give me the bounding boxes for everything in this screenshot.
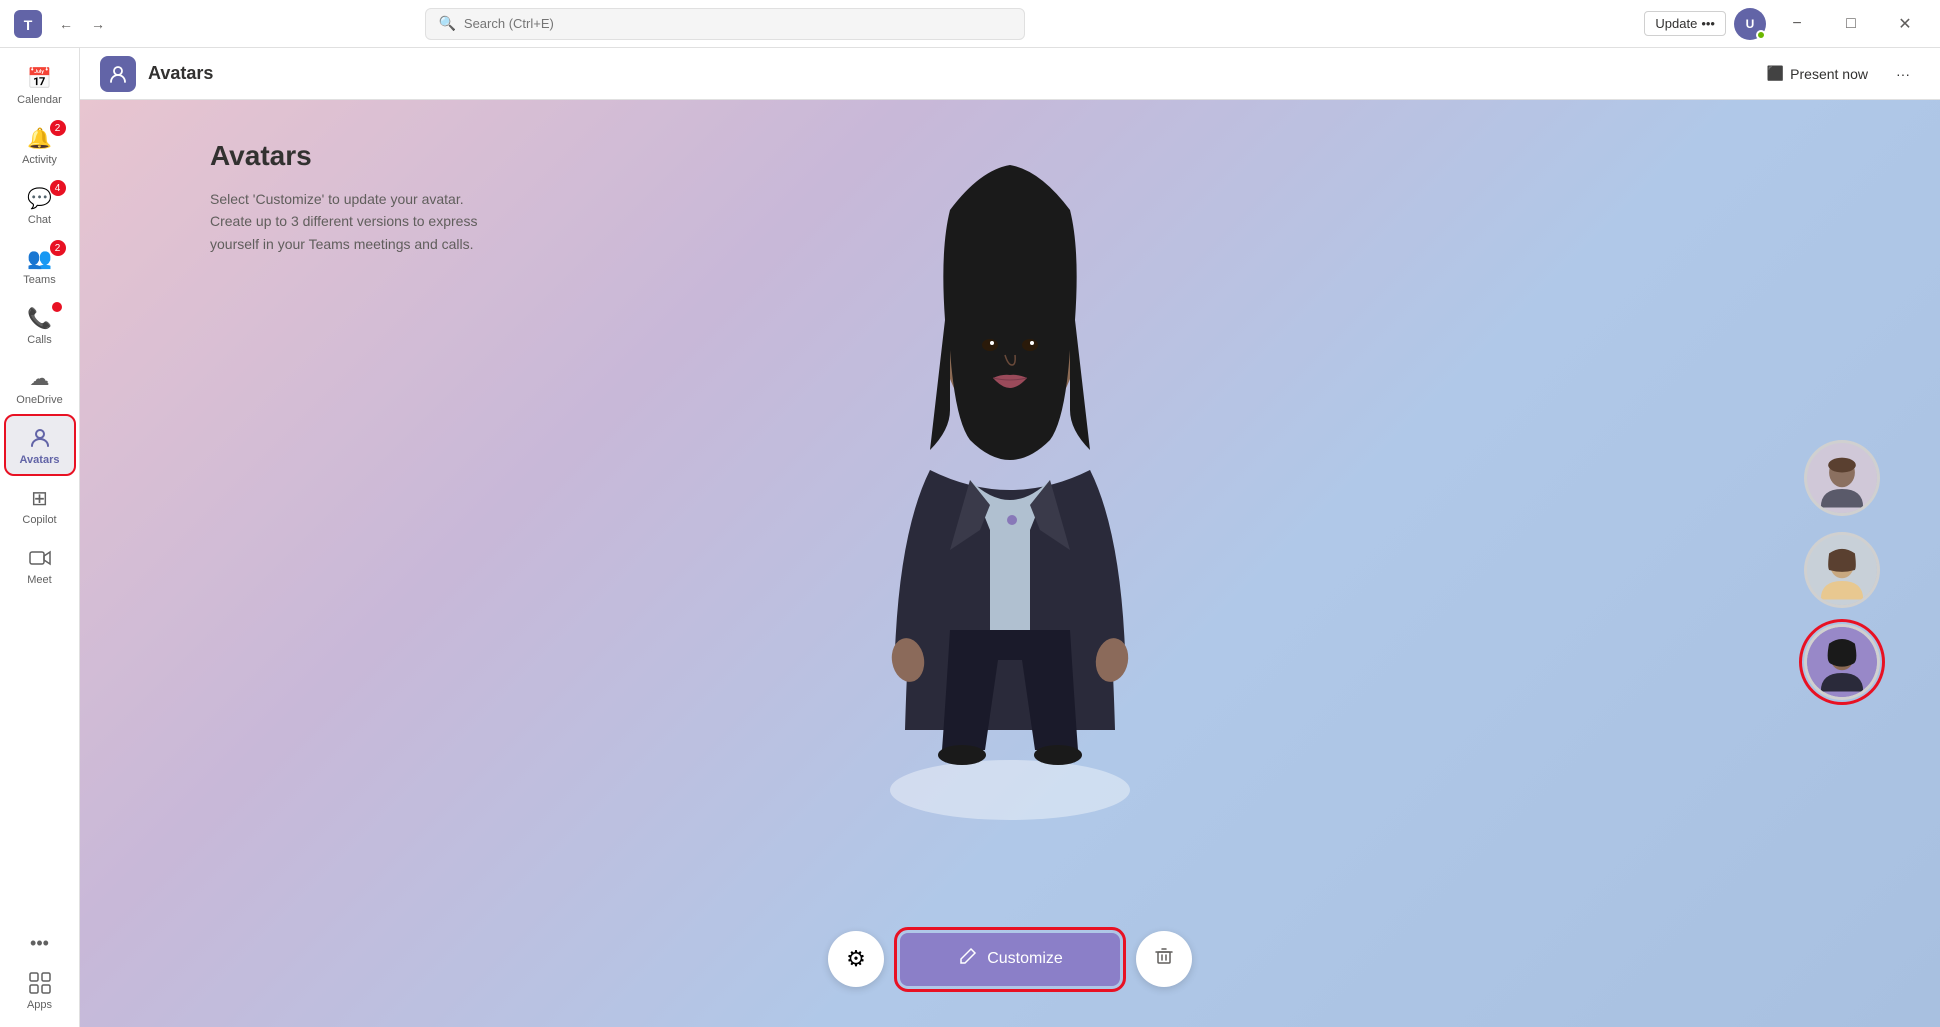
- present-now-button[interactable]: ⬛ Present now: [1757, 59, 1878, 88]
- avatar-thumb-2[interactable]: [1804, 532, 1880, 608]
- page-title: Avatars: [148, 63, 213, 84]
- sidebar-item-label: Activity: [22, 154, 57, 166]
- more-icon: •••: [1701, 16, 1715, 31]
- customize-button[interactable]: Customize: [900, 933, 1120, 986]
- present-icon: ⬛: [1767, 65, 1784, 82]
- sidebar-item-meet[interactable]: Meet: [6, 536, 74, 594]
- nav-buttons: ← →: [52, 10, 112, 38]
- teams-badge: 2: [50, 240, 66, 256]
- avatar-thumb-2-inner: [1807, 535, 1877, 605]
- sidebar-item-copilot[interactable]: ⊞ Copilot: [6, 476, 74, 534]
- search-icon: 🔍: [438, 15, 455, 32]
- avatar-thumb-3-inner: [1807, 627, 1877, 697]
- activity-badge: 2: [50, 120, 66, 136]
- main-content: Avatars ⬛ Present now ··· Avatars Select…: [80, 48, 1940, 1027]
- teams-logo: T: [12, 8, 44, 40]
- avatar-thumb-3[interactable]: [1804, 624, 1880, 700]
- avatar-thumbnails: [1804, 440, 1880, 700]
- avatars-title: Avatars: [210, 140, 477, 172]
- calls-icon: 📞: [26, 304, 54, 332]
- forward-button[interactable]: →: [84, 10, 112, 38]
- page-header: Avatars ⬛ Present now ···: [80, 48, 1940, 100]
- customize-pencil-icon: [957, 947, 977, 972]
- minimize-button[interactable]: −: [1774, 8, 1820, 40]
- sidebar-item-apps[interactable]: Apps: [6, 961, 74, 1019]
- page-header-right: ⬛ Present now ···: [1757, 59, 1920, 88]
- calendar-icon: 📅: [26, 64, 54, 92]
- sidebar-item-label: Chat: [28, 214, 51, 226]
- sidebar-item-label: Copilot: [22, 514, 56, 526]
- avatar-nav-icon: [26, 424, 54, 452]
- sidebar-item-chat[interactable]: 4 💬 Chat: [6, 176, 74, 234]
- title-bar-right: Update ••• U − □ ✕: [1644, 8, 1928, 40]
- status-dot: [1756, 30, 1766, 40]
- sidebar-item-activity[interactable]: 2 🔔 Activity: [6, 116, 74, 174]
- header-more-button[interactable]: ···: [1886, 60, 1920, 88]
- sidebar-item-label: OneDrive: [16, 394, 62, 406]
- sidebar-item-avatars[interactable]: Avatars: [6, 416, 74, 474]
- sidebar-item-onedrive[interactable]: ☁ OneDrive: [6, 356, 74, 414]
- delete-button[interactable]: [1136, 931, 1192, 987]
- chat-badge: 4: [50, 180, 66, 196]
- avatar-info: Avatars Select 'Customize' to update you…: [210, 140, 477, 255]
- avatar-description: Select 'Customize' to update your avatar…: [210, 188, 477, 255]
- avatar-controls: ⚙ Customize: [828, 931, 1192, 987]
- title-bar: T ← → 🔍 Update ••• U − □ ✕: [0, 0, 1940, 48]
- page-icon: [100, 56, 136, 92]
- sidebar-item-label: Avatars: [20, 454, 60, 466]
- avatar-thumb-1-inner: [1807, 443, 1877, 513]
- calls-badge: [52, 302, 62, 312]
- update-button[interactable]: Update •••: [1644, 11, 1726, 36]
- user-avatar[interactable]: U: [1734, 8, 1766, 40]
- avatar-settings-button[interactable]: ⚙: [828, 931, 884, 987]
- sidebar-item-label: Apps: [27, 999, 52, 1011]
- back-button[interactable]: ←: [52, 10, 80, 38]
- onedrive-icon: ☁: [26, 364, 54, 392]
- sidebar-item-label: Calendar: [17, 94, 62, 106]
- avatar-thumb-1[interactable]: [1804, 440, 1880, 516]
- more-options-icon: •••: [30, 933, 49, 954]
- close-button[interactable]: ✕: [1882, 8, 1928, 40]
- sidebar-item-label: Calls: [27, 334, 51, 346]
- avatar-figure: [850, 150, 1170, 830]
- settings-icon: ⚙: [846, 946, 866, 972]
- avatar-canvas: Avatars Select 'Customize' to update you…: [80, 100, 1940, 1027]
- search-bar[interactable]: 🔍: [425, 8, 1025, 40]
- sidebar-item-teams[interactable]: 2 👥 Teams: [6, 236, 74, 294]
- app-body: 📅 Calendar 2 🔔 Activity 4 💬 Chat 2 👥 Tea…: [0, 48, 1940, 1027]
- maximize-button[interactable]: □: [1828, 8, 1874, 40]
- meet-icon: [26, 544, 54, 572]
- trash-icon: [1154, 946, 1174, 972]
- search-input[interactable]: [464, 16, 1013, 31]
- copilot-icon: ⊞: [26, 484, 54, 512]
- sidebar: 📅 Calendar 2 🔔 Activity 4 💬 Chat 2 👥 Tea…: [0, 48, 80, 1027]
- apps-icon: [26, 969, 54, 997]
- sidebar-more-button[interactable]: •••: [6, 927, 74, 959]
- svg-text:T: T: [24, 17, 33, 33]
- sidebar-item-calendar[interactable]: 📅 Calendar: [6, 56, 74, 114]
- sidebar-item-label: Teams: [23, 274, 55, 286]
- sidebar-item-calls[interactable]: 📞 Calls: [6, 296, 74, 354]
- sidebar-item-label: Meet: [27, 574, 51, 586]
